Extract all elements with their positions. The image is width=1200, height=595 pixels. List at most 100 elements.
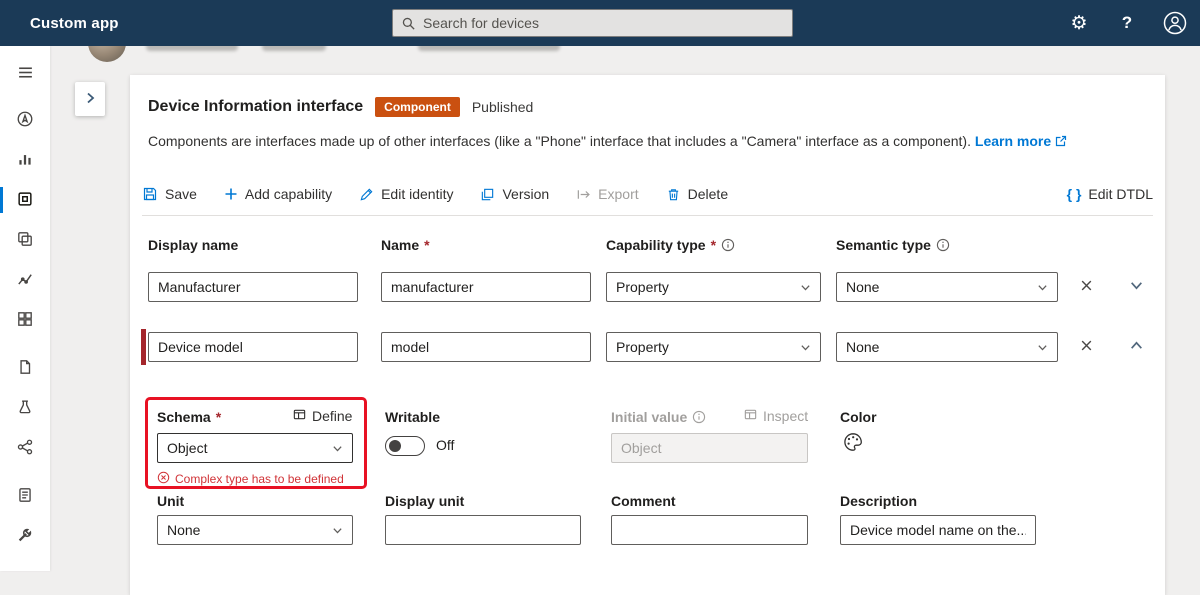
grid-icon [16, 310, 34, 331]
writable-toggle[interactable] [385, 436, 425, 456]
search-input[interactable] [423, 15, 784, 31]
semantic-type-value: None [846, 279, 880, 295]
flask-icon [16, 398, 34, 419]
comment-label: Comment [611, 493, 676, 509]
comment-input[interactable] [611, 515, 808, 545]
color-label: Color [840, 409, 877, 425]
export-button[interactable]: Export [576, 186, 639, 202]
semantic-type-value: None [846, 339, 880, 355]
semantic-type-dropdown[interactable]: None [836, 272, 1058, 302]
close-icon [1080, 339, 1093, 355]
schema-dropdown[interactable]: Object [157, 433, 353, 463]
description-row: Components are interfaces made up of oth… [148, 133, 1067, 149]
display-unit-label: Display unit [385, 493, 465, 509]
bar-chart-icon [16, 150, 34, 171]
writable-label: Writable [385, 409, 440, 425]
edit-identity-button[interactable]: Edit identity [359, 186, 453, 202]
plus-icon [224, 187, 238, 201]
export-icon [576, 187, 591, 202]
palette-icon [842, 431, 864, 456]
unit-label: Unit [157, 493, 185, 509]
nav-menu-toggle[interactable] [0, 54, 50, 94]
header-semantic-type: Semantic type [836, 237, 950, 253]
sidebar-item-audit-logs[interactable] [0, 476, 50, 516]
delete-label: Delete [687, 186, 729, 202]
schema-error: Complex type has to be defined [157, 471, 344, 487]
capability-type-value: Property [616, 339, 669, 355]
name-input[interactable] [381, 272, 591, 302]
edit-dtdl-label: Edit DTDL [1088, 186, 1153, 202]
name-input[interactable] [381, 332, 591, 362]
description-input[interactable] [840, 515, 1036, 545]
sidebar-item-device-groups[interactable] [0, 220, 50, 260]
help-button[interactable]: ? [1110, 6, 1144, 40]
branch-icon [16, 438, 34, 459]
define-icon [292, 407, 307, 425]
add-capability-button[interactable]: Add capability [224, 186, 332, 202]
info-icon[interactable] [721, 238, 735, 252]
color-picker-button[interactable] [840, 430, 866, 456]
edit-dtdl-button[interactable]: { } Edit DTDL [1067, 186, 1153, 202]
semantic-type-dropdown[interactable]: None [836, 332, 1058, 362]
external-link-icon [1055, 135, 1067, 147]
account-icon [1162, 10, 1188, 36]
chevron-down-icon [1037, 342, 1048, 353]
chevron-up-icon [1129, 338, 1144, 356]
display-name-input[interactable] [148, 272, 358, 302]
device-template-editor: Device Information interface Component P… [130, 75, 1165, 595]
sidebar-item-jobs[interactable] [0, 388, 50, 428]
chevron-down-icon [800, 342, 811, 353]
sidebar-item-analytics[interactable] [0, 140, 50, 180]
initial-value-label: Initial value [611, 409, 706, 425]
info-icon[interactable] [936, 238, 950, 252]
app-title: Custom app [30, 14, 119, 32]
remove-capability-button[interactable] [1074, 275, 1098, 299]
inspect-button[interactable]: Inspect [743, 407, 808, 425]
search-icon [401, 16, 416, 31]
header-name: Name * [381, 237, 430, 253]
top-app-bar: Custom app ⚙ ? [0, 0, 1200, 46]
sidebar-item-administration[interactable] [0, 516, 50, 556]
document-icon [16, 358, 34, 379]
writable-state: Off [436, 437, 455, 453]
save-label: Save [165, 186, 197, 202]
remove-capability-button[interactable] [1074, 335, 1098, 359]
device-groups-icon [16, 230, 34, 251]
display-unit-input[interactable] [385, 515, 581, 545]
sidebar-item-overview[interactable] [0, 100, 50, 140]
unit-dropdown[interactable]: None [157, 515, 353, 545]
sidebar-item-devices[interactable] [0, 180, 50, 220]
inspect-icon [743, 407, 758, 425]
sidebar-item-insights[interactable] [0, 260, 50, 300]
account-button[interactable] [1158, 6, 1192, 40]
wrench-icon [16, 526, 34, 547]
display-name-input[interactable] [148, 332, 358, 362]
add-capability-label: Add capability [244, 186, 333, 202]
define-button[interactable]: Define [292, 407, 352, 425]
learn-more-link[interactable]: Learn more [975, 133, 1051, 149]
selected-row-accent [141, 329, 146, 365]
status-text: Published [471, 99, 534, 115]
error-icon [157, 471, 170, 487]
save-icon [142, 186, 158, 202]
settings-button[interactable]: ⚙ [1062, 6, 1096, 40]
device-search[interactable] [392, 9, 793, 37]
chevron-down-icon [332, 525, 343, 536]
question-icon: ? [1121, 13, 1133, 32]
description-label: Description [840, 493, 918, 509]
version-button[interactable]: Version [480, 186, 549, 202]
export-label: Export [598, 186, 639, 202]
save-button[interactable]: Save [142, 186, 197, 202]
sidebar-item-rules[interactable] [0, 428, 50, 468]
expand-panel-button[interactable] [75, 82, 105, 116]
capability-type-dropdown[interactable]: Property [606, 272, 821, 302]
sidebar-item-device-templates[interactable] [0, 348, 50, 388]
expand-capability-button[interactable] [1124, 275, 1148, 299]
sidebar-item-dashboards[interactable] [0, 300, 50, 340]
component-badge: Component [375, 97, 460, 117]
collapse-capability-button[interactable] [1124, 335, 1148, 359]
delete-button[interactable]: Delete [666, 186, 728, 202]
pencil-icon [359, 187, 374, 202]
gear-icon: ⚙ [1070, 12, 1088, 34]
capability-type-dropdown[interactable]: Property [606, 332, 821, 362]
